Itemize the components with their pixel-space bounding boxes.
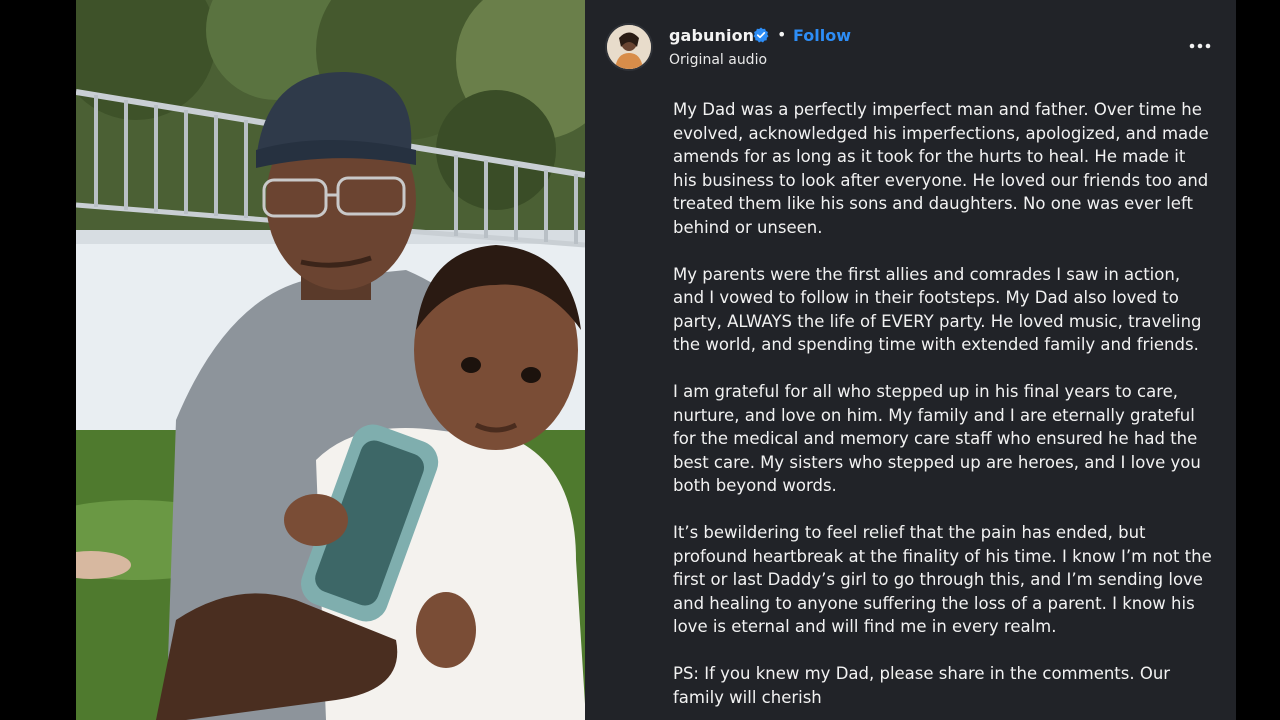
caption-paragraph: I am grateful for all who stepped up in … <box>673 382 1201 495</box>
profile-avatar[interactable] <box>607 25 651 69</box>
verified-badge-icon <box>753 27 769 43</box>
more-horizontal-icon[interactable] <box>1186 36 1214 56</box>
caption-paragraph: It’s bewildering to feel relief that the… <box>673 523 1212 636</box>
audio-label[interactable]: Original audio <box>669 52 767 68</box>
caption-paragraph: My Dad was a perfectly imperfect man and… <box>673 100 1209 237</box>
post-side-panel: gabunion • Follow Original audio My Dad … <box>585 0 1236 720</box>
follow-button[interactable]: Follow <box>793 26 851 45</box>
avatar-image <box>607 25 651 69</box>
separator-dot: • <box>777 25 787 44</box>
caption-paragraph: My parents were the first allies and com… <box>673 264 1202 355</box>
photo-grandfather-and-baby <box>76 0 585 720</box>
post-photo[interactable] <box>76 0 585 720</box>
caption-paragraph: PS: If you knew my Dad, please share in … <box>673 664 1171 707</box>
username-link[interactable]: gabunion <box>669 26 754 45</box>
post-header: gabunion • Follow Original audio <box>585 0 1236 80</box>
post-caption: My Dad was a perfectly imperfect man and… <box>673 98 1213 720</box>
